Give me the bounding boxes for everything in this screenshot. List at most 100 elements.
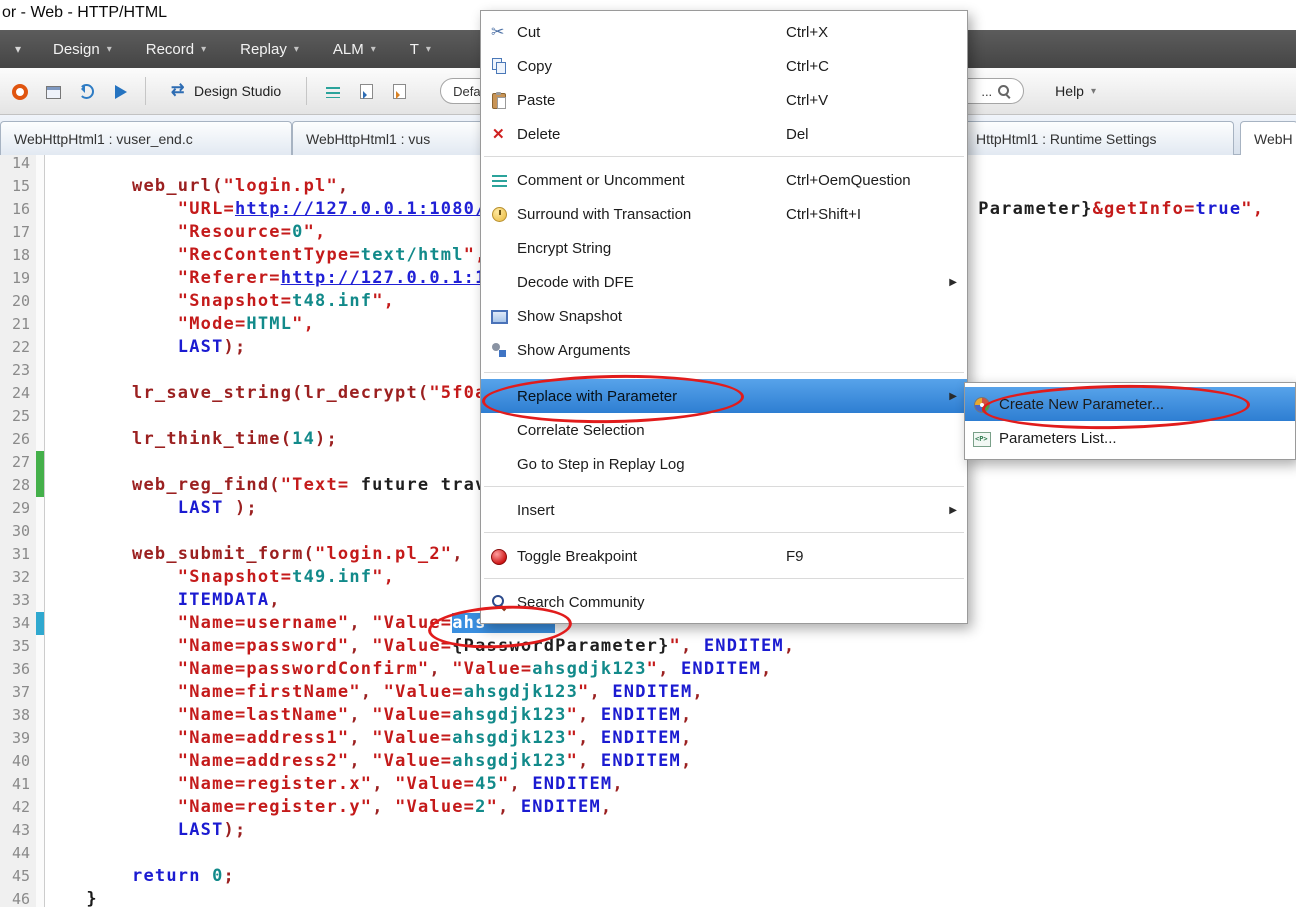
menu-item-icon-cell	[481, 125, 517, 143]
code-text[interactable]: }	[45, 888, 98, 907]
menu-item-go-to-step-in-replay-log[interactable]: Go to Step in Replay Log	[481, 447, 967, 481]
transaction-icon	[491, 207, 507, 222]
code-text[interactable]: "Resource=0",	[45, 221, 326, 244]
line-number: 15	[0, 175, 36, 198]
gutter-marker	[36, 842, 45, 865]
import-button[interactable]	[356, 81, 376, 101]
code-text[interactable]: "Mode=HTML",	[45, 313, 315, 336]
help-menu[interactable]: Help ▾	[1055, 83, 1096, 99]
code-text[interactable]: LAST);	[45, 336, 246, 359]
window-icon	[45, 85, 61, 99]
code-text[interactable]: "Name=lastName", "Value=ahsgdjk123", END…	[45, 704, 692, 727]
submenu-item-parameters-list[interactable]: Parameters List...	[965, 421, 1295, 455]
gutter-marker	[36, 382, 45, 405]
code-text[interactable]: "Name=address1", "Value=ahsgdjk123", END…	[45, 727, 692, 750]
snapshot-icon	[490, 310, 508, 324]
menu-item-cut[interactable]: Cut Ctrl+X	[481, 15, 967, 49]
menu-record[interactable]: Record ▾	[129, 30, 223, 68]
submenu-item-create-new-parameter[interactable]: Create New Parameter...	[965, 387, 1295, 421]
code-text[interactable]: web_url("login.pl",	[45, 175, 349, 198]
code-text[interactable]: "Snapshot=t48.inf",	[45, 290, 395, 313]
record-button[interactable]	[10, 81, 30, 101]
menu-item-surround-with-transaction[interactable]: Surround with Transaction Ctrl+Shift+I	[481, 197, 967, 231]
line-number: 42	[0, 796, 36, 819]
code-text[interactable]: "Name=register.x", "Value=45", ENDITEM,	[45, 773, 624, 796]
menu-design[interactable]: Design ▾	[36, 30, 129, 68]
menu-item-toggle-breakpoint[interactable]: Toggle Breakpoint F9	[481, 539, 967, 573]
code-text[interactable]: LAST );	[45, 497, 258, 520]
line-number: 21	[0, 313, 36, 336]
menu-item-show-snapshot[interactable]: Show Snapshot	[481, 299, 967, 333]
code-text[interactable]: web_submit_form("login.pl_2",	[45, 543, 464, 566]
run-button[interactable]	[109, 81, 129, 101]
code-text[interactable]: lr_save_string(lr_decrypt("5f0a	[45, 382, 487, 405]
menu-item-label: Search Community	[517, 593, 645, 611]
code-text[interactable]	[45, 405, 52, 428]
line-number: 33	[0, 589, 36, 612]
code-line: 46 }	[0, 888, 1296, 907]
tab-httphtml1-runtime-settings[interactable]: HttpHtml1 : Runtime Settings	[962, 121, 1234, 155]
code-text[interactable]: "Name=password", "Value={PasswordParamet…	[45, 635, 795, 658]
menu-item-delete[interactable]: Delete Del	[481, 117, 967, 151]
code-text[interactable]: "Referer=http://127.0.0.1:1	[45, 267, 487, 290]
menu-t[interactable]: T ▾	[393, 30, 448, 68]
menu-replay[interactable]: Replay ▾	[223, 30, 316, 68]
code-text[interactable]: return 0;	[45, 865, 235, 888]
design-studio-button[interactable]: Design Studio	[162, 79, 290, 103]
tab-webh[interactable]: WebH	[1240, 121, 1296, 155]
code-text[interactable]: "Snapshot=t49.inf",	[45, 566, 395, 589]
tab-label: WebHttpHtml1 : vuser_end.c	[14, 130, 193, 147]
menu-item-insert[interactable]: Insert ▶	[481, 493, 967, 527]
chevron-down-icon[interactable]: ▾	[0, 42, 36, 56]
code-text[interactable]	[45, 842, 52, 865]
gutter-marker	[36, 566, 45, 589]
code-text[interactable]	[45, 155, 52, 175]
code-text[interactable]: LAST);	[45, 819, 246, 842]
code-line: 43 LAST);	[0, 819, 1296, 842]
export-button[interactable]	[389, 81, 409, 101]
menu-item-replace-with-parameter[interactable]: Replace with Parameter ▶	[481, 379, 967, 413]
code-text[interactable]: "Name=register.y", "Value=2", ENDITEM,	[45, 796, 612, 819]
tab-webhttphtml1-vus[interactable]: WebHttpHtml1 : vus	[292, 121, 504, 155]
code-text[interactable]: "Name=address2", "Value=ahsgdjk123", END…	[45, 750, 692, 773]
menu-item-encrypt-string[interactable]: Encrypt String	[481, 231, 967, 265]
menu-item-label: Correlate Selection	[517, 421, 645, 439]
toolbar-separator	[306, 77, 308, 105]
line-number: 22	[0, 336, 36, 359]
list-button[interactable]	[323, 81, 343, 101]
design-studio-icon	[171, 80, 187, 100]
code-text[interactable]	[45, 451, 52, 474]
code-text[interactable]: ITEMDATA,	[45, 589, 281, 612]
replace-with-parameter-submenu: Create New Parameter... Parameters List..…	[964, 382, 1296, 460]
menu-item-icon-cell	[481, 594, 517, 610]
menu-item-paste[interactable]: Paste Ctrl+V	[481, 83, 967, 117]
code-text[interactable]	[45, 359, 52, 382]
menu-item-correlate-selection[interactable]: Correlate Selection	[481, 413, 967, 447]
code-line: 45 return 0;	[0, 865, 1296, 888]
menu-alm[interactable]: ALM ▾	[316, 30, 393, 68]
code-text[interactable]: "Name=passwordConfirm", "Value=ahsgdjk12…	[45, 658, 772, 681]
menu-item-decode-with-dfe[interactable]: Decode with DFE ▶	[481, 265, 967, 299]
tab-label: WebH	[1254, 130, 1293, 147]
window-button[interactable]	[43, 81, 63, 101]
menu-item-label: Show Snapshot	[517, 307, 623, 325]
menu-item-label: Show Arguments	[517, 341, 631, 359]
tab-webhttphtml1-vuser-end-c[interactable]: WebHttpHtml1 : vuser_end.c	[0, 121, 292, 155]
code-text[interactable]: lr_think_time(14);	[45, 428, 338, 451]
menu-item-copy[interactable]: Copy Ctrl+C	[481, 49, 967, 83]
menu-item-label: Copy	[517, 57, 553, 75]
code-text[interactable]	[45, 520, 52, 543]
code-text[interactable]: "Name=firstName", "Value=ahsgdjk123", EN…	[45, 681, 704, 704]
code-text[interactable]: web_reg_find("Text= future trav	[45, 474, 487, 497]
refresh-button[interactable]	[76, 81, 96, 101]
comment-icon	[491, 175, 507, 187]
parameters-list-icon	[973, 431, 991, 447]
menu-item-show-arguments[interactable]: Show Arguments	[481, 333, 967, 367]
menu-item-search-community[interactable]: Search Community	[481, 585, 967, 619]
code-line: 36 "Name=passwordConfirm", "Value=ahsgdj…	[0, 658, 1296, 681]
code-line: 44	[0, 842, 1296, 865]
code-text[interactable]: "RecContentType=text/html",	[45, 244, 487, 267]
code-text[interactable]: "Name=username", "Value=ahs	[45, 612, 556, 635]
menu-item-comment-or-uncomment[interactable]: Comment or Uncomment Ctrl+OemQuestion	[481, 163, 967, 197]
menu-separator	[481, 481, 967, 493]
